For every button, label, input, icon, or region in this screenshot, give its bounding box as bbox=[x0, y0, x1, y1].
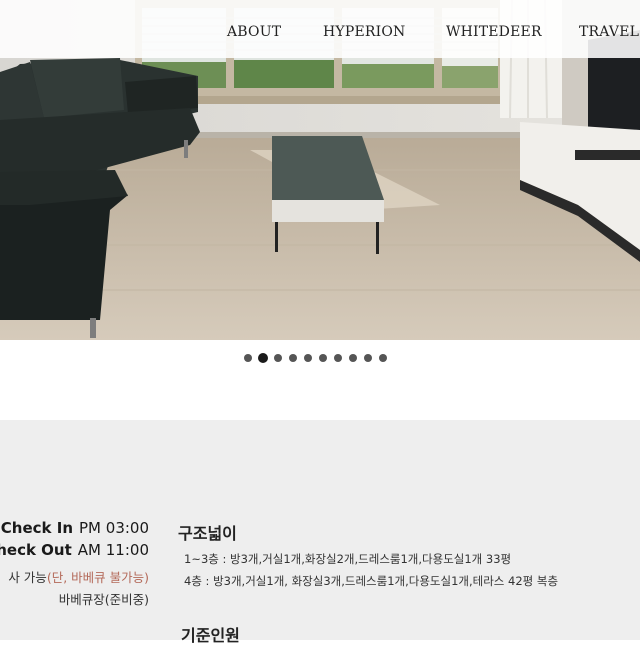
bbq-note-prefix: 사 가능 bbox=[8, 570, 47, 585]
carousel-dot-3[interactable] bbox=[274, 354, 282, 362]
checkin-block: Check In PM 03:00 Check Out AM 11:00 사 가능(… bbox=[0, 517, 149, 611]
accommodation-info: Check In PM 03:00 Check Out AM 11:00 사 가능(… bbox=[0, 420, 640, 645]
carousel-dot-8[interactable] bbox=[349, 354, 357, 362]
capacity-title: 기준인원 bbox=[181, 626, 240, 645]
carousel-dot-2[interactable] bbox=[259, 354, 267, 362]
check-out-time: AM 11:00 bbox=[77, 541, 149, 559]
carousel-dot-1[interactable] bbox=[244, 354, 252, 362]
bbq-note-detail: (단, 바베큐 불가능) bbox=[46, 570, 149, 585]
check-out-row: Check Out AM 11:00 bbox=[0, 539, 149, 561]
structure-line: 4층 : 방3개,거실1개, 화장실3개,드레스룸1개,다용도실1개,테라스 4… bbox=[184, 574, 559, 588]
carousel-dot-10[interactable] bbox=[379, 354, 387, 362]
carousel-dot-5[interactable] bbox=[304, 354, 312, 362]
nav-link-whitedeer[interactable]: WHITEDEER bbox=[446, 24, 542, 40]
bbq-area: 바베큐장(준비중) bbox=[58, 592, 149, 607]
nav-link-hyperion[interactable]: HYPERION bbox=[323, 24, 406, 40]
carousel-dot-9[interactable] bbox=[364, 354, 372, 362]
structure-line: 1~3층 : 방3개,거실1개,화장실2개,드레스룸1개,다용도실1개 33평 bbox=[184, 552, 512, 566]
bbq-note: 사 가능(단, 바베큐 불가능) bbox=[0, 567, 149, 589]
carousel-dot-7[interactable] bbox=[334, 354, 342, 362]
carousel-dot-4[interactable] bbox=[289, 354, 297, 362]
check-in-row: Check In PM 03:00 bbox=[0, 517, 149, 539]
carousel-pagination bbox=[244, 354, 387, 362]
check-out-label: Check Out bbox=[0, 541, 72, 559]
structure-title: 구조넓이 bbox=[178, 524, 237, 543]
nav-link-about[interactable]: ABOUT bbox=[227, 24, 281, 40]
nav-link-travel[interactable]: TRAVEL bbox=[579, 24, 639, 40]
check-in-label: Check In bbox=[0, 519, 74, 537]
carousel-dot-6[interactable] bbox=[319, 354, 327, 362]
check-in-time: PM 03:00 bbox=[79, 519, 149, 537]
top-navigation: ABOUT HYPERION WHITEDEER TRAVEL bbox=[0, 0, 640, 58]
